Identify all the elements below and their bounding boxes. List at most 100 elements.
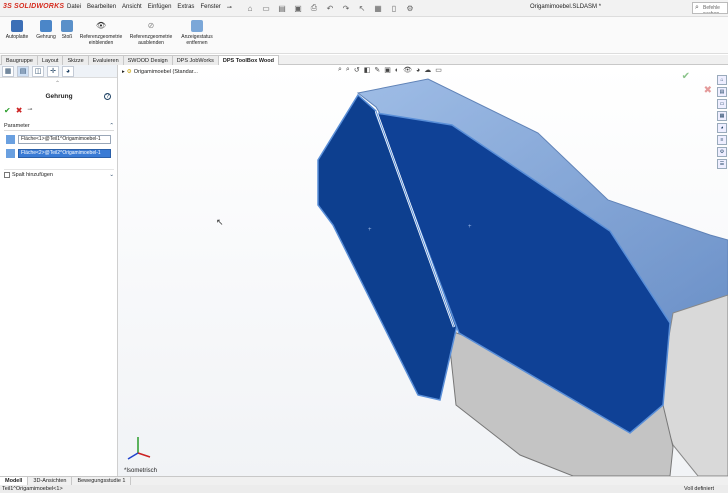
parameter-section-title: Parameter — [4, 123, 30, 129]
hide-show-items-icon[interactable]: 👁 — [403, 66, 412, 74]
app-logo-text: SOLIDWORKS — [13, 3, 65, 10]
collapse-icon: ⌃ — [109, 123, 114, 129]
face-2-field[interactable]: Fläche<2>@Teil2^Origamimoebel-1 — [18, 149, 111, 158]
save-icon[interactable]: ▣ — [292, 2, 304, 14]
tab-evaluieren[interactable]: Evaluieren — [87, 55, 124, 65]
autoplate-label: Autoplatte — [5, 34, 29, 40]
options-icon[interactable]: ⚙ — [404, 2, 416, 14]
menu-bar: Datei Bearbeiten Ansicht Einfügen Extras… — [67, 4, 232, 11]
origin-mark: + — [468, 224, 472, 230]
command-search-input[interactable]: Befehle suchen — [692, 2, 728, 14]
zoom-to-fit-icon[interactable]: ⌕ — [338, 66, 342, 74]
joint-label: Stoß — [61, 34, 73, 40]
display-state-icon — [191, 20, 203, 32]
miter-button[interactable]: Gehrung — [34, 20, 58, 40]
section-view-icon[interactable]: ◧ — [364, 66, 371, 74]
new-document-icon[interactable]: ▭ — [260, 2, 272, 14]
drag-handle[interactable]: ⌃ — [55, 80, 60, 87]
open-folder-icon[interactable]: ▤ — [276, 2, 288, 14]
menu-item-bearbeiten[interactable]: Bearbeiten — [87, 4, 116, 11]
view-settings-icon[interactable]: ▭ — [435, 66, 442, 74]
panel-actions: ✔ ✖ ⊸ — [4, 106, 32, 115]
forum-icon[interactable]: ☰ — [717, 159, 727, 169]
appearance-icon[interactable]: ◕ — [62, 65, 74, 77]
model-view[interactable]: + + ↖ — [118, 65, 728, 476]
apply-scene-icon[interactable]: ☁ — [424, 66, 431, 74]
title-bar: 3S SOLIDWORKS Datei Bearbeiten Ansicht Ei… — [0, 0, 728, 17]
tab-baugruppe[interactable]: Baugruppe — [1, 55, 38, 65]
command-manager: Autoplatte Gehrung Stoß 👁 Referenzgeomet… — [0, 17, 728, 54]
solidworks-resources-icon[interactable]: ⌂ — [717, 75, 727, 85]
hide-reference-button[interactable]: ⊘ Referenzgeometrie ausblenden — [128, 20, 174, 46]
cursor-icon: ↖ — [216, 217, 224, 227]
print-icon[interactable]: ⎙ — [308, 2, 320, 14]
status-bar: Teil1^Origamimoebel<1> Voll definiert — [0, 485, 728, 493]
show-reference-label: Referenzgeometrie einblenden — [79, 34, 123, 46]
confirm-cancel-icon[interactable]: ✖ — [704, 85, 712, 96]
tree-root-label[interactable]: Origamimoebel (Standar... — [134, 69, 198, 75]
feature-tree-icon[interactable]: ▦ — [2, 65, 14, 77]
heads-up-toolbar: ⌕ ⌕ ↺ ◧ ✎ ▣ ◐ 👁 ◕ ☁ ▭ — [338, 65, 442, 75]
command-tabs: Baugruppe Layout Skizze Evaluieren SWOOD… — [0, 55, 728, 65]
view-palette-icon[interactable]: ▦ — [717, 111, 727, 121]
menu-item-datei[interactable]: Datei — [67, 4, 81, 11]
rebuild-icon[interactable]: ▦ — [372, 2, 384, 14]
face-selection-icon — [6, 149, 15, 158]
property-manager: ▦ ▤ ◫ ✛ ◕ ⌃ Gehrung ? ✔ ✖ ⊸ Parameter ⌃ … — [0, 65, 118, 483]
joint-icon — [61, 20, 73, 32]
app-logo[interactable]: 3S SOLIDWORKS — [3, 3, 64, 10]
menu-item-einfuegen[interactable]: Einfügen — [148, 4, 172, 11]
tab-layout[interactable]: Layout — [36, 55, 64, 65]
parameter-section-header[interactable]: Parameter ⌃ — [4, 123, 114, 131]
custom-properties-icon[interactable]: ≡ — [717, 135, 727, 145]
remove-display-state-button[interactable]: Anzeigestatus entfernen — [178, 20, 216, 46]
edit-appearance-icon[interactable]: ◕ — [416, 67, 420, 74]
joint-button[interactable]: Stoß — [60, 20, 74, 40]
select-icon[interactable]: ↖ — [356, 2, 368, 14]
tab-skizze[interactable]: Skizze — [62, 55, 89, 65]
configuration-manager-icon[interactable]: ◫ — [32, 65, 44, 77]
document-title: Origamimoebel.SLDASM * — [530, 4, 602, 10]
previous-view-icon[interactable]: ↺ — [354, 66, 360, 74]
menu-item-extras[interactable]: Extras — [177, 4, 194, 11]
appearances-icon[interactable]: ◕ — [717, 123, 727, 133]
property-manager-icon[interactable]: ▤ — [17, 65, 29, 77]
tab-swood-design[interactable]: SWOOD Design — [122, 55, 173, 65]
zoom-area-icon[interactable]: ⌕ — [346, 66, 350, 74]
gap-checkbox-row[interactable]: Spalt hinzufügen ⌄ — [4, 169, 114, 178]
display-state-label: Anzeigestatus entfernen — [181, 34, 213, 46]
feature-tree-flyout[interactable]: ▸ ⚙ Origamimoebel (Standar... — [122, 69, 198, 75]
display-style-icon[interactable]: ◐ — [395, 67, 399, 74]
pin-icon[interactable]: ⊸ — [227, 4, 232, 11]
show-reference-button[interactable]: 👁 Referenzgeometrie einblenden — [76, 20, 126, 46]
view-orientation-icon[interactable]: ▣ — [384, 66, 391, 74]
design-library-icon[interactable]: ▤ — [717, 87, 727, 97]
hide-reference-label: Referenzgeometrie ausblenden — [129, 34, 173, 46]
tab-dps-jobworks[interactable]: DPS JobWorks — [171, 55, 219, 65]
home-icon[interactable]: ⌂ — [244, 2, 256, 14]
graphics-area[interactable]: + + ↖ ▸ ⚙ Origamimoebel (Standar... ⌕ ⌕ … — [118, 65, 728, 476]
file-properties-icon[interactable]: ▯ — [388, 2, 400, 14]
cancel-icon[interactable]: ✖ — [16, 106, 23, 115]
miter-label: Gehrung — [36, 34, 56, 40]
help-icon[interactable]: ? — [104, 93, 111, 100]
ok-icon[interactable]: ✔ — [4, 106, 11, 115]
gap-checkbox[interactable] — [4, 172, 10, 178]
confirm-ok-icon[interactable]: ✔ — [682, 71, 690, 82]
toolbox-icon[interactable]: ⚙ — [717, 147, 727, 157]
dimxpert-icon[interactable]: ✛ — [47, 65, 59, 77]
view-orientation-label: *Isometrisch — [124, 468, 158, 474]
redo-icon[interactable]: ↷ — [340, 2, 352, 14]
origin-mark: + — [368, 227, 372, 233]
undo-icon[interactable]: ↶ — [324, 2, 336, 14]
file-explorer-icon[interactable]: ▭ — [717, 99, 727, 109]
dynamic-annotation-icon[interactable]: ✎ — [374, 66, 380, 74]
tab-dps-toolbox-wood[interactable]: DPS ToolBox Wood — [217, 55, 279, 65]
pin-panel-icon[interactable]: ⊸ — [27, 106, 32, 115]
expand-arrow-icon[interactable]: ▸ — [122, 69, 125, 75]
autoplate-button[interactable]: Autoplatte — [4, 20, 30, 40]
panel-title: Gehrung — [45, 93, 73, 100]
face-1-field[interactable]: Fläche<1>@Teil1^Origamimoebel-1 — [18, 135, 111, 144]
menu-item-ansicht[interactable]: Ansicht — [122, 4, 142, 11]
menu-item-fenster[interactable]: Fenster — [200, 4, 220, 11]
